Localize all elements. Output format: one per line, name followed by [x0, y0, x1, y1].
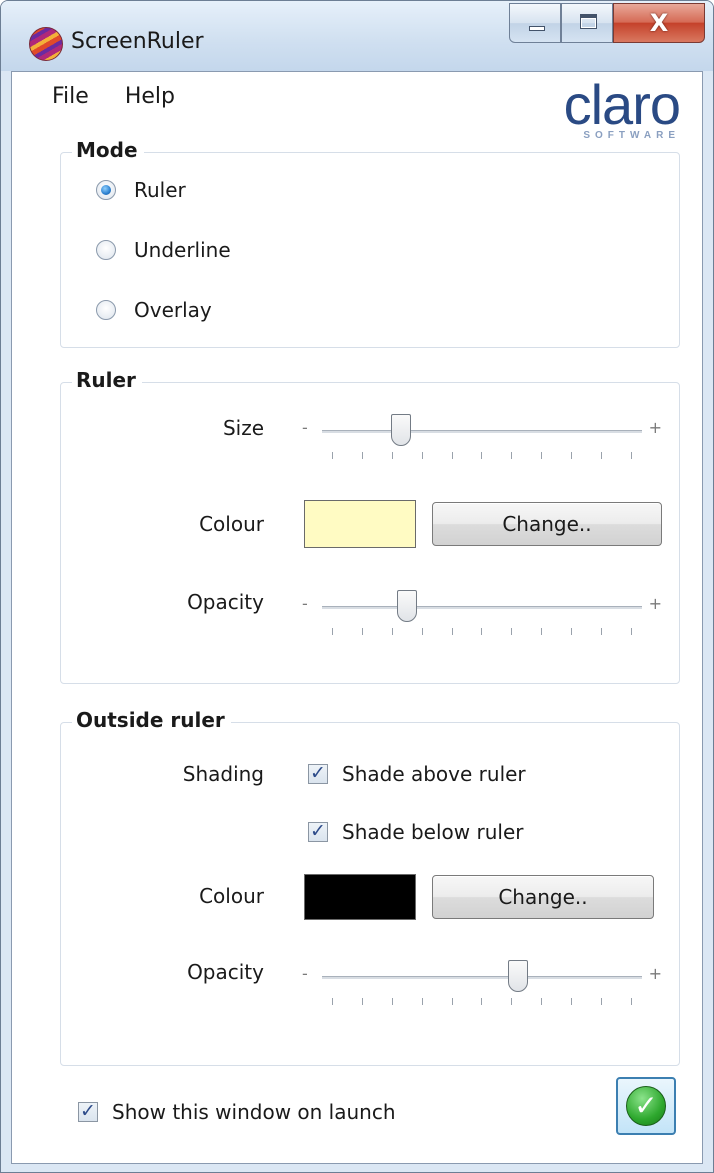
outside-ruler-group-title: Outside ruler — [72, 708, 231, 732]
menu-file[interactable]: File — [52, 84, 89, 109]
radio-ruler-button[interactable] — [96, 180, 116, 200]
slider-thumb[interactable] — [508, 960, 528, 992]
shade-below-checkbox[interactable] — [308, 820, 328, 842]
outside-colour-label: Colour — [199, 884, 264, 908]
close-button[interactable]: X — [613, 3, 705, 43]
menu-help[interactable]: Help — [125, 84, 175, 109]
slider-minus-label: - — [302, 964, 308, 983]
outside-opacity-label: Opacity — [187, 960, 264, 984]
show-on-launch-row[interactable]: Show this window on launch — [78, 1100, 396, 1124]
ruler-colour-swatch — [304, 500, 416, 548]
shade-below-label: Shade below ruler — [342, 820, 524, 844]
slider-minus-label: - — [302, 594, 308, 613]
slider-track[interactable] — [322, 976, 642, 979]
minimize-icon — [529, 26, 545, 31]
shade-above-checkbox[interactable] — [308, 762, 328, 784]
maximize-button[interactable] — [561, 3, 613, 43]
caption-buttons: X — [509, 3, 705, 47]
title-bar[interactable]: ScreenRuler X — [1, 1, 713, 71]
radio-overlay-label: Overlay — [134, 298, 212, 322]
slider-track[interactable] — [322, 606, 642, 609]
slider-ticks — [332, 998, 632, 1006]
menu-bar: File Help — [52, 84, 175, 109]
shading-label: Shading — [182, 762, 264, 786]
app-window: ScreenRuler X File Help claro SOFTWARE M… — [0, 0, 714, 1173]
logo-wordmark: claro — [563, 73, 681, 136]
claro-logo: claro SOFTWARE — [563, 73, 681, 142]
outside-colour-swatch — [304, 874, 416, 920]
shade-below-checkbox-row[interactable]: Shade below ruler — [308, 820, 523, 844]
ruler-size-slider[interactable]: - + — [302, 412, 662, 462]
check-icon: ✓ — [626, 1086, 666, 1126]
maximize-icon — [580, 14, 597, 29]
radio-ruler-label: Ruler — [134, 178, 186, 202]
window-client: File Help claro SOFTWARE Mode Ruler Unde… — [11, 71, 703, 1164]
radio-underline-label: Underline — [134, 238, 231, 262]
ruler-colour-label: Colour — [199, 512, 264, 536]
radio-overlay-button[interactable] — [96, 300, 116, 320]
mode-group-title: Mode — [72, 138, 144, 162]
slider-ticks — [332, 628, 632, 636]
ruler-opacity-label: Opacity — [187, 590, 264, 614]
slider-track[interactable] — [322, 430, 642, 433]
app-icon — [29, 27, 63, 61]
slider-plus-label: + — [648, 964, 662, 983]
slider-ticks — [332, 452, 632, 460]
ok-button[interactable]: ✓ — [616, 1077, 676, 1135]
outside-opacity-slider[interactable]: - + — [302, 958, 662, 1008]
slider-plus-label: + — [648, 594, 662, 613]
show-on-launch-checkbox[interactable] — [78, 1100, 98, 1122]
ruler-size-label: Size — [222, 416, 264, 440]
radio-underline-button[interactable] — [96, 240, 116, 260]
slider-thumb[interactable] — [391, 414, 411, 446]
shade-above-checkbox-row[interactable]: Shade above ruler — [308, 762, 526, 786]
ruler-group-title: Ruler — [72, 368, 142, 392]
slider-minus-label: - — [302, 418, 308, 437]
radio-underline[interactable]: Underline — [96, 238, 231, 262]
ruler-change-colour-button[interactable]: Change.. — [432, 502, 662, 546]
outside-change-colour-button[interactable]: Change.. — [432, 875, 654, 919]
show-on-launch-label: Show this window on launch — [112, 1100, 396, 1124]
ruler-opacity-slider[interactable]: - + — [302, 588, 662, 638]
radio-overlay[interactable]: Overlay — [96, 298, 212, 322]
radio-ruler[interactable]: Ruler — [96, 178, 186, 202]
close-icon: X — [649, 9, 669, 37]
slider-thumb[interactable] — [397, 590, 417, 622]
minimize-button[interactable] — [509, 3, 561, 43]
shade-above-label: Shade above ruler — [342, 762, 526, 786]
window-title: ScreenRuler — [71, 29, 204, 54]
slider-plus-label: + — [648, 418, 662, 437]
